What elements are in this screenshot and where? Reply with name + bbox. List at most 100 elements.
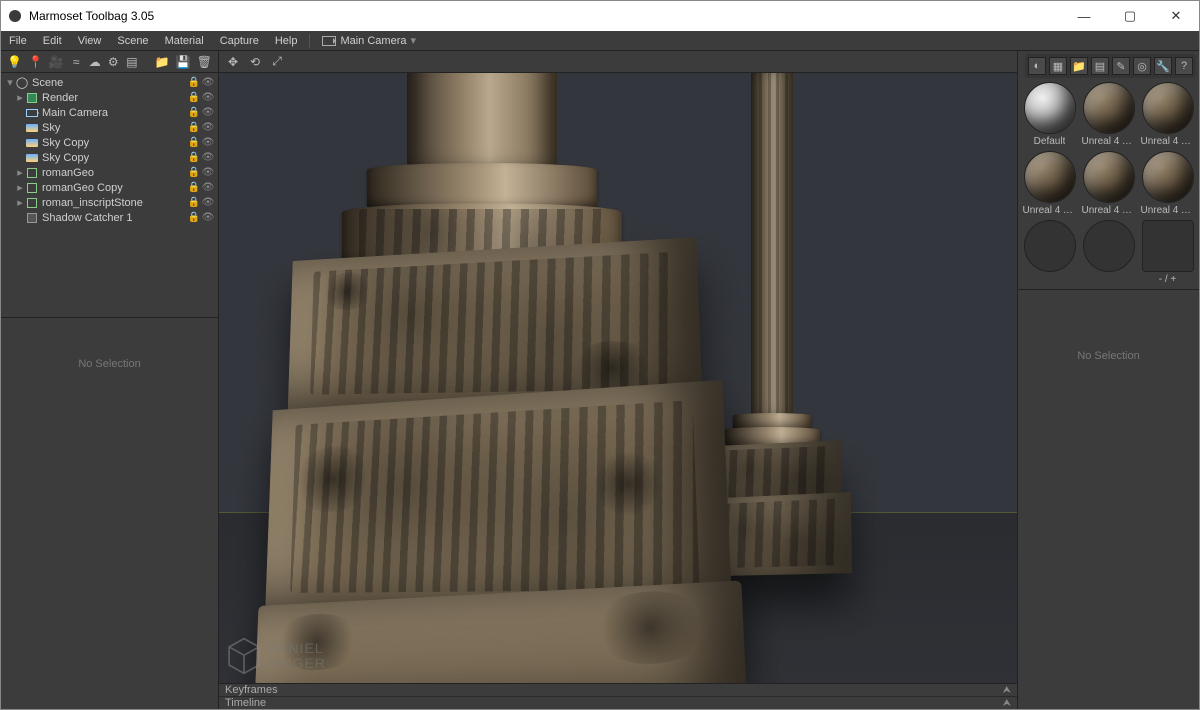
image-icon[interactable]: ▤ <box>126 54 139 70</box>
lock-icon[interactable]: 🔒 <box>188 197 200 209</box>
lock-icon[interactable]: 🔒 <box>188 92 200 104</box>
material-grid: Default Unreal 4 Te... Unreal 4 Te... Un… <box>1018 78 1199 289</box>
brush-icon[interactable]: ✎ <box>1112 57 1130 75</box>
left-panel: 💡 📍 🎥 ≈ ☁ ⚙ ▤ 📁 💾 🗑 ▾ ◯ Scene 🔒👁 <box>1 51 219 709</box>
lock-icon[interactable]: 🔒 <box>188 107 200 119</box>
watermark: DANIEL THIGER <box>227 637 326 675</box>
eye-icon[interactable]: 👁 <box>202 122 214 134</box>
fog-icon[interactable]: ≈ <box>70 54 83 70</box>
eye-icon[interactable]: 👁 <box>202 92 214 104</box>
cloud-icon[interactable]: ☁ <box>88 54 101 70</box>
tree-label: Sky <box>42 122 188 134</box>
viewport[interactable]: DANIEL THIGER <box>219 73 1017 683</box>
help-icon[interactable]: ? <box>1175 57 1193 75</box>
menu-view[interactable]: View <box>70 31 110 50</box>
folder-icon[interactable]: 📁 <box>1070 57 1088 75</box>
collapse-up-icon[interactable]: ⮝ <box>1003 685 1012 696</box>
material-label: Default <box>1034 136 1066 147</box>
render-mesh-near <box>237 73 727 683</box>
material-thumb <box>1142 151 1194 203</box>
tree-item[interactable]: Shadow Catcher 1🔒👁 <box>1 210 218 225</box>
material-item[interactable]: Default <box>1022 82 1077 147</box>
watermark-line2: THIGER <box>267 656 326 671</box>
menu-material[interactable]: Material <box>157 31 212 50</box>
lock-icon[interactable]: 🔒 <box>188 122 200 134</box>
material-label: Unreal 4 Te... <box>1082 205 1136 216</box>
lock-icon[interactable]: 🔒 <box>188 137 200 149</box>
camera-icon[interactable]: 🎥 <box>49 54 64 70</box>
expand-icon[interactable]: ▾ <box>5 76 15 89</box>
material-item-empty[interactable] <box>1022 220 1077 285</box>
right-no-selection: No Selection <box>1018 289 1199 709</box>
menu-capture[interactable]: Capture <box>212 31 267 50</box>
scale-tool-icon[interactable]: ⤢ <box>269 54 285 70</box>
keyframes-panel-header[interactable]: Keyframes ⮝ <box>219 684 1017 697</box>
pin-icon[interactable]: 📍 <box>28 54 43 70</box>
menu-scene[interactable]: Scene <box>109 31 156 50</box>
collapse-up-icon[interactable]: ⮝ <box>1003 698 1012 709</box>
material-item[interactable]: Unreal 4 Te... <box>1081 151 1136 216</box>
tree-item[interactable]: ▸romanGeo🔒👁 <box>1 165 218 180</box>
eye-icon[interactable]: 👁 <box>202 197 214 209</box>
tree-label: romanGeo Copy <box>42 182 188 194</box>
material-item[interactable]: Unreal 4 Te... <box>1140 82 1195 147</box>
tree-item[interactable]: Sky Copy🔒👁 <box>1 150 218 165</box>
tree-item[interactable]: Sky🔒👁 <box>1 120 218 135</box>
window-close-button[interactable]: ✕ <box>1153 1 1199 31</box>
menu-file[interactable]: File <box>1 31 35 50</box>
rotate-tool-icon[interactable]: ⟲ <box>247 54 263 70</box>
window-minimize-button[interactable]: — <box>1061 1 1107 31</box>
sphere-icon[interactable]: ◐ <box>1028 57 1046 75</box>
move-tool-icon[interactable]: ✥ <box>225 54 241 70</box>
active-camera-selector[interactable]: Main Camera ▾ <box>314 31 424 50</box>
right-panel: ◐ ▦ 📁 ▤ ✎ ◎ 🔧 ? Default Unreal 4 Te... U… <box>1017 51 1199 709</box>
eye-icon[interactable]: 👁 <box>202 167 214 179</box>
material-thumb <box>1083 151 1135 203</box>
scene-icon: ◯ <box>15 77 29 89</box>
cube-icon[interactable]: ▦ <box>1049 57 1067 75</box>
eye-icon[interactable]: 👁 <box>202 107 214 119</box>
eye-icon[interactable]: 👁 <box>202 152 214 164</box>
lock-icon[interactable]: 🔒 <box>188 182 200 194</box>
menu-help[interactable]: Help <box>267 31 306 50</box>
lock-icon[interactable]: 🔒 <box>188 152 200 164</box>
scene-tree: ▾ ◯ Scene 🔒👁 ▸Render🔒👁 Main Camera🔒👁 Sky… <box>1 73 218 227</box>
material-item[interactable]: Unreal 4 Te... <box>1140 151 1195 216</box>
menu-edit[interactable]: Edit <box>35 31 70 50</box>
lock-icon[interactable]: 🔒 <box>188 212 200 224</box>
tree-item[interactable]: ▸romanGeo Copy🔒👁 <box>1 180 218 195</box>
material-label: Unreal 4 Te... <box>1141 205 1195 216</box>
material-item-empty[interactable] <box>1081 220 1136 285</box>
folder-icon[interactable]: 📁 <box>155 54 170 70</box>
wrench-icon[interactable]: 🔧 <box>1154 57 1172 75</box>
bulb-icon[interactable]: 💡 <box>7 54 22 70</box>
tree-item[interactable]: ▸Render🔒👁 <box>1 90 218 105</box>
material-thumb <box>1142 220 1194 272</box>
lock-icon[interactable]: 🔒 <box>188 77 200 89</box>
tree-item[interactable]: Sky Copy🔒👁 <box>1 135 218 150</box>
eye-icon[interactable]: 👁 <box>202 77 214 89</box>
eye-icon[interactable]: 👁 <box>202 212 214 224</box>
tree-item[interactable]: Main Camera🔒👁 <box>1 105 218 120</box>
material-thumb <box>1024 151 1076 203</box>
keyframes-label: Keyframes <box>225 684 1003 696</box>
timeline-panel-header[interactable]: Timeline ⮝ <box>219 697 1017 709</box>
lock-icon[interactable]: 🔒 <box>188 167 200 179</box>
trash-icon[interactable]: 🗑 <box>197 54 212 70</box>
tree-label: Sky Copy <box>42 152 188 164</box>
eye-icon[interactable]: 👁 <box>202 137 214 149</box>
material-label: Unreal 4 Te... <box>1082 136 1136 147</box>
tree-item[interactable]: ▸roman_inscriptStone🔒👁 <box>1 195 218 210</box>
material-item[interactable]: Unreal 4 Te... <box>1022 151 1077 216</box>
image-icon[interactable]: ▤ <box>1091 57 1109 75</box>
eye-icon[interactable]: 👁 <box>202 182 214 194</box>
app-window: Marmoset Toolbag 3.05 — ▢ ✕ File Edit Vi… <box>0 0 1200 710</box>
window-maximize-button[interactable]: ▢ <box>1107 1 1153 31</box>
scene-root[interactable]: ▾ ◯ Scene 🔒👁 <box>1 75 218 90</box>
tree-label: Main Camera <box>42 107 188 119</box>
material-item[interactable]: Unreal 4 Te... <box>1081 82 1136 147</box>
material-zoom-controls[interactable]: - / + <box>1140 220 1195 285</box>
target-icon[interactable]: ◎ <box>1133 57 1151 75</box>
gear-icon[interactable]: ⚙ <box>107 54 120 70</box>
save-icon[interactable]: 💾 <box>176 54 191 70</box>
